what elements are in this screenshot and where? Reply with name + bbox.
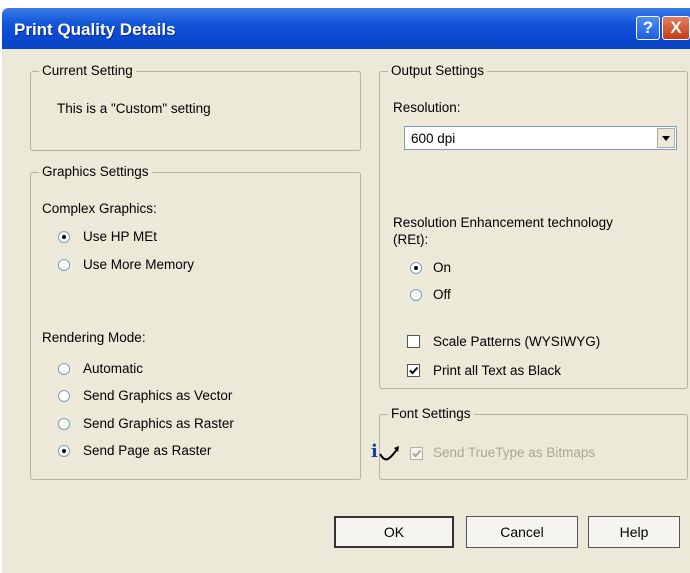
automatic-label[interactable]: Automatic (83, 361, 143, 377)
print-black-checkbox[interactable] (407, 364, 420, 377)
ok-button[interactable]: OK (334, 516, 454, 548)
resolution-select[interactable]: 600 dpi (404, 126, 677, 150)
output-settings-legend: Output Settings (388, 63, 488, 79)
graphics-raster-label[interactable]: Send Graphics as Raster (83, 416, 234, 432)
help-button[interactable]: Help (588, 516, 680, 548)
checkmark-icon (412, 449, 422, 458)
use-hp-met-radio[interactable] (58, 231, 70, 243)
use-more-memory-label[interactable]: Use More Memory (83, 257, 194, 273)
font-settings-group: Font Settings Send TrueType as Bitmaps (379, 406, 688, 480)
use-hp-met-label[interactable]: Use HP MEt (83, 229, 157, 245)
help-icon[interactable]: ? (636, 16, 660, 40)
current-setting-group: Current Setting This is a "Custom" setti… (30, 63, 361, 151)
graphics-raster-radio[interactable] (58, 418, 70, 430)
rendering-mode-label: Rendering Mode: (42, 330, 146, 345)
ret-off-radio[interactable] (410, 289, 422, 301)
scale-patterns-checkbox[interactable] (407, 335, 420, 348)
use-more-memory-radio[interactable] (58, 259, 70, 271)
graphics-settings-group: Graphics Settings Complex Graphics: Use … (30, 164, 361, 480)
cancel-button[interactable]: Cancel (466, 516, 578, 548)
complex-graphics-label: Complex Graphics: (42, 201, 157, 216)
graphics-vector-radio[interactable] (58, 390, 70, 402)
svg-text:i: i (371, 441, 378, 462)
output-settings-group: Output Settings Resolution: Resolution E… (379, 63, 688, 389)
dialog-title: Print Quality Details (14, 20, 176, 39)
ret-on-label[interactable]: On (433, 260, 451, 276)
current-setting-text: This is a "Custom" setting (57, 101, 211, 116)
dropdown-arrow-icon[interactable] (657, 128, 675, 148)
truetype-bitmaps-label: Send TrueType as Bitmaps (433, 445, 596, 460)
graphics-vector-label[interactable]: Send Graphics as Vector (83, 388, 232, 404)
graphics-settings-legend: Graphics Settings (39, 164, 152, 180)
ret-off-label[interactable]: Off (433, 287, 451, 303)
automatic-radio[interactable] (58, 363, 70, 375)
font-settings-legend: Font Settings (388, 406, 474, 422)
resolution-value: 600 dpi (411, 131, 456, 146)
checkmark-icon (409, 366, 419, 375)
ret-label-line1: Resolution Enhancement technology (393, 215, 613, 230)
close-icon[interactable]: X (662, 16, 690, 40)
truetype-bitmaps-checkbox[interactable] (410, 447, 423, 460)
info-icon[interactable]: i (368, 440, 402, 469)
ret-label-line2: (REt): (393, 232, 429, 247)
print-black-label[interactable]: Print all Text as Black (433, 363, 561, 379)
current-setting-legend: Current Setting (39, 63, 136, 79)
ret-on-radio[interactable] (410, 262, 422, 274)
page-raster-radio[interactable] (58, 445, 70, 457)
page-raster-label[interactable]: Send Page as Raster (83, 443, 211, 459)
scale-patterns-label[interactable]: Scale Patterns (WYSIWYG) (433, 334, 600, 350)
resolution-label: Resolution: (393, 100, 461, 115)
title-bar[interactable]: Print Quality Details ? X (2, 8, 690, 49)
